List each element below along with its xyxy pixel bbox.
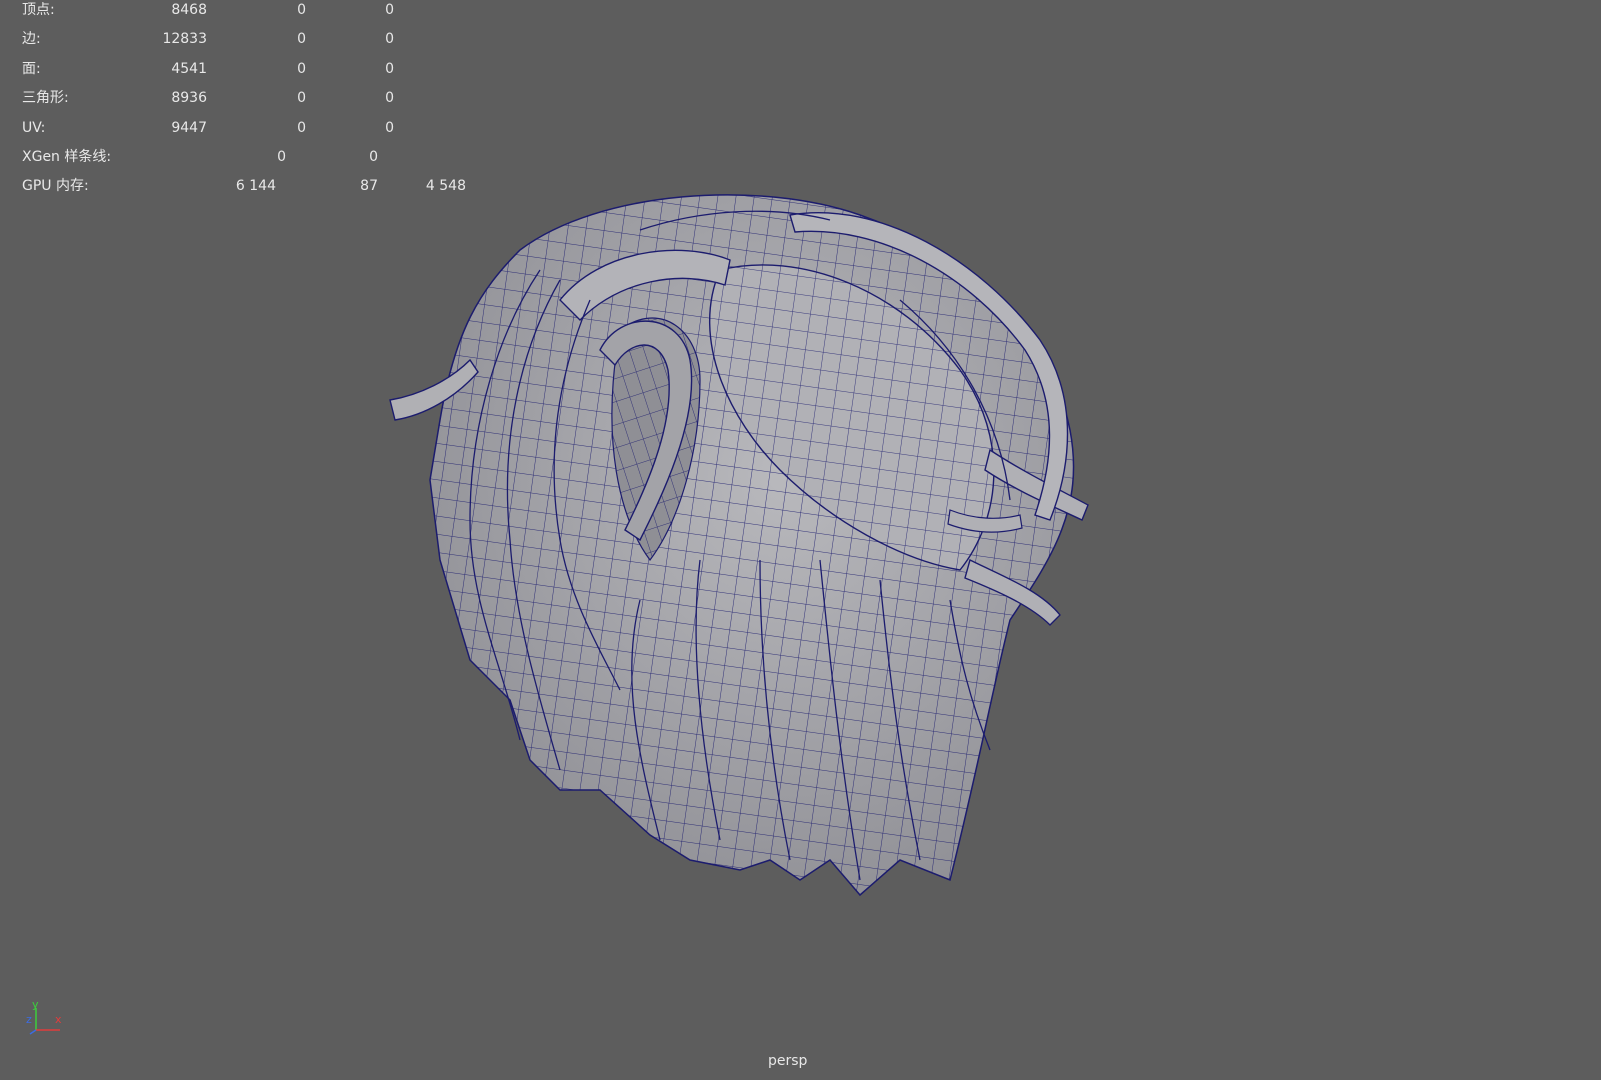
hair-mesh-model[interactable] [0,0,1601,1080]
axis-y-label: y [32,1000,39,1011]
camera-name-label: persp [768,1053,808,1069]
3d-viewport[interactable]: 顶点: 8468 0 0 边: 12833 0 0 面: 4541 0 0 三角… [0,0,1601,1080]
axis-gizmo: y x z [26,1000,62,1035]
axis-z-label: z [26,1013,32,1026]
axis-x-label: x [55,1013,62,1026]
